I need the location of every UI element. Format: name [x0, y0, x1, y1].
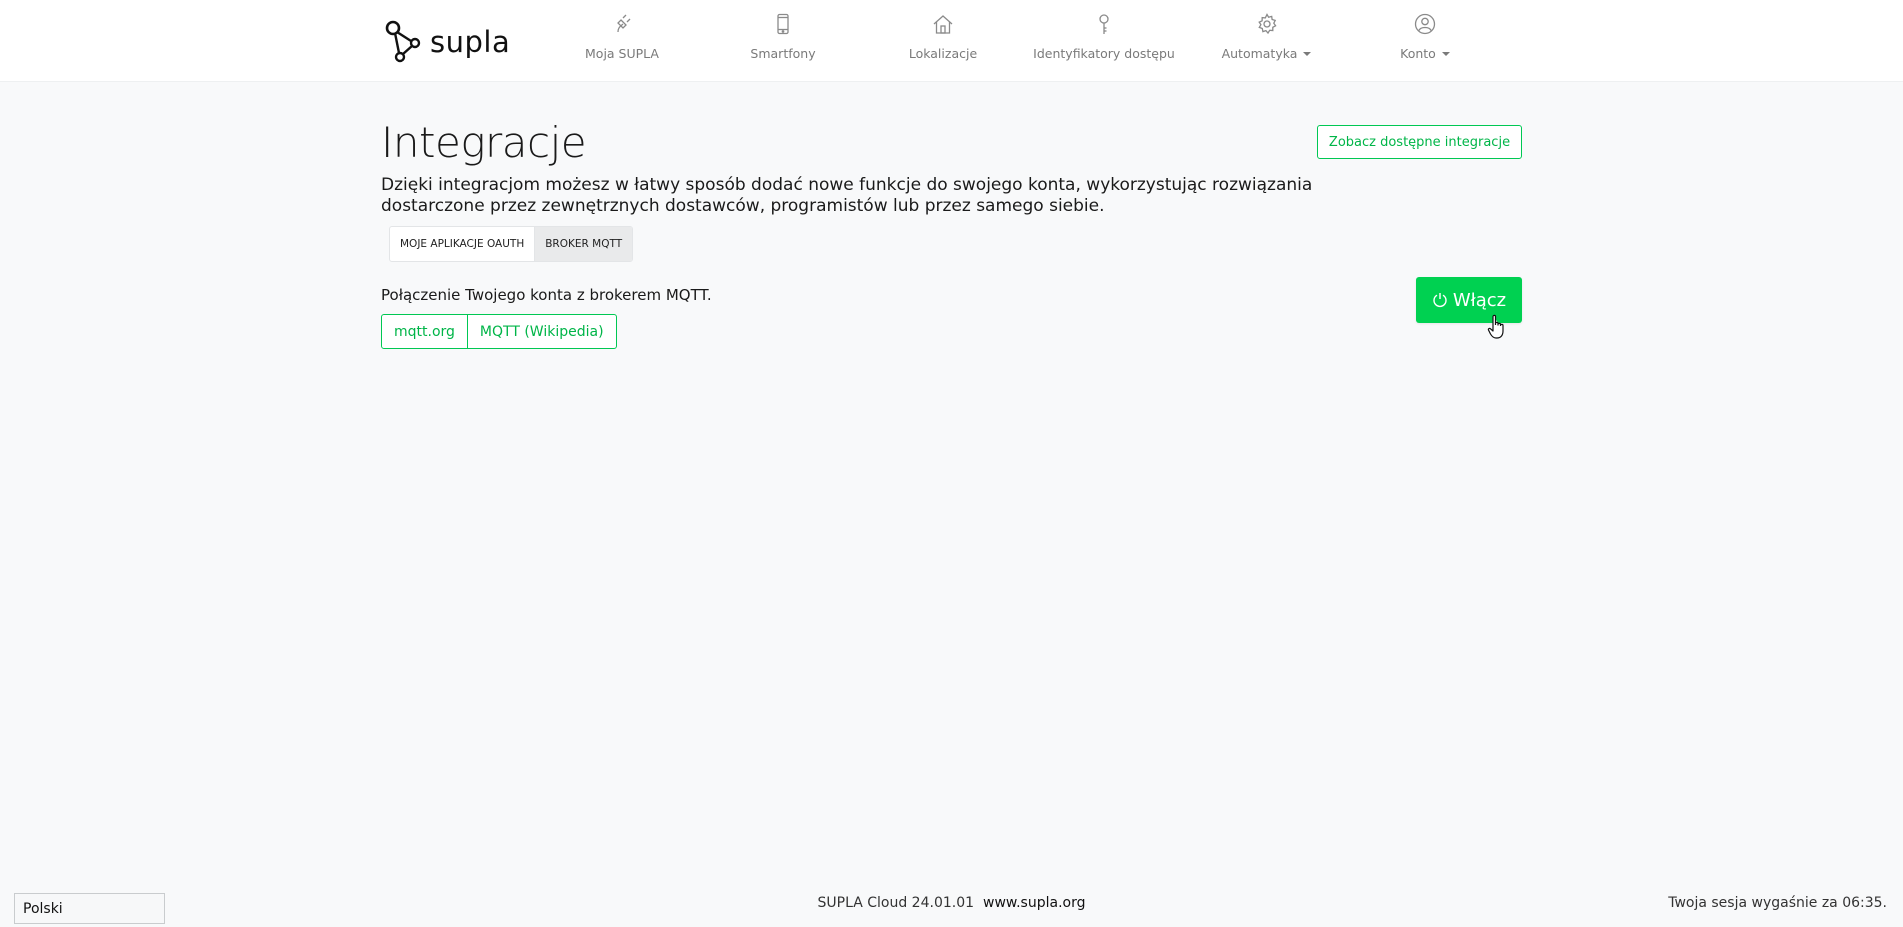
enable-mqtt-button[interactable]: Włącz: [1416, 277, 1522, 323]
app-version: SUPLA Cloud 24.01.01: [817, 895, 975, 911]
top-navbar: supla Moja SUPLA Smartfony Lokalizacje I…: [0, 0, 1903, 82]
supla-website-link[interactable]: www.supla.org: [983, 895, 1085, 911]
mqtt-org-link[interactable]: mqtt.org: [382, 315, 467, 348]
nav-label: Moja SUPLA: [585, 46, 659, 61]
tab-mqtt-broker[interactable]: BROKER MQTT: [535, 227, 633, 261]
nav-label: Lokalizacje: [908, 46, 978, 61]
mqtt-links-group: mqtt.org MQTT (Wikipedia): [381, 314, 617, 349]
nav-label-wrap: Konto: [1400, 46, 1450, 61]
plug-icon: [610, 12, 634, 36]
enable-label: Włącz: [1452, 289, 1507, 311]
nav-item-identyfikatory-dostepu[interactable]: Identyfikatory dostępu: [1033, 12, 1175, 72]
mqtt-description: Połączenie Twojego konta z brokerem MQTT…: [381, 286, 712, 304]
key-icon: [1092, 12, 1116, 36]
nav-label: Smartfony: [750, 46, 816, 61]
brand-name: supla: [430, 25, 511, 59]
home-icon: [931, 12, 955, 36]
supla-logo-icon: [385, 20, 421, 63]
nav-item-smartfony[interactable]: Smartfony: [743, 12, 823, 72]
nav-label: Konto: [1400, 46, 1436, 61]
brand-logo-link[interactable]: supla: [384, 18, 510, 66]
smartphone-icon: [771, 12, 795, 36]
nav-label: Automatyka: [1221, 46, 1298, 61]
nav-item-konto[interactable]: Konto: [1385, 12, 1465, 72]
gear-icon: [1255, 12, 1279, 36]
user-icon: [1413, 12, 1437, 36]
language-select[interactable]: Polski: [14, 893, 165, 924]
mqtt-wikipedia-link[interactable]: MQTT (Wikipedia): [466, 315, 616, 348]
nav-item-automatyka[interactable]: Automatyka: [1219, 12, 1314, 72]
footer-info: SUPLA Cloud 24.01.01 www.supla.org: [0, 893, 1903, 913]
integration-tabs: MOJE APLIKACJE OAUTH BROKER MQTT: [389, 226, 634, 262]
power-icon: [1432, 292, 1448, 308]
session-timer: Twoja sesja wygaśnie za 06:35.: [1668, 895, 1887, 911]
nav-label-wrap: Automatyka: [1222, 46, 1312, 61]
nav-item-lokalizacje[interactable]: Lokalizacje: [903, 12, 983, 72]
tab-oauth-apps[interactable]: MOJE APLIKACJE OAUTH: [390, 227, 536, 261]
page-description: Dzięki integracjom możesz w łatwy sposób…: [381, 175, 1313, 216]
caret-down-icon: [1303, 51, 1312, 56]
nav-item-moja-supla[interactable]: Moja SUPLA: [577, 12, 667, 72]
caret-down-icon: [1441, 51, 1450, 56]
nav-label: Identyfikatory dostępu: [1033, 46, 1175, 61]
see-available-integrations-button[interactable]: Zobacz dostępne integracje: [1317, 125, 1522, 159]
page-title: Integracje: [381, 118, 587, 167]
